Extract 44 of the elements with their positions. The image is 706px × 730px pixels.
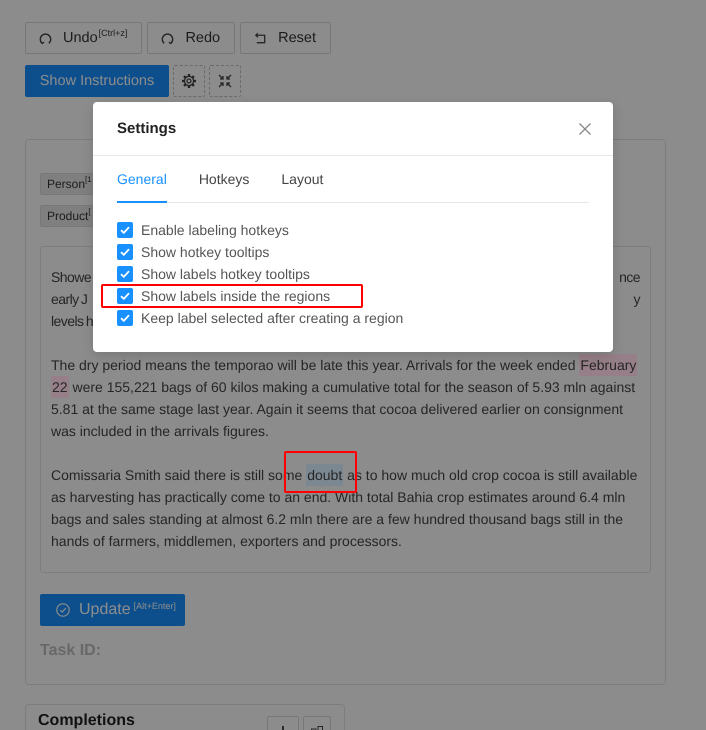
text-fragment: nce xyxy=(619,268,640,287)
checkbox-label[interactable]: Keep label selected after creating a region xyxy=(141,307,404,329)
undo-button[interactable]: Undo$^{[Ctrl+z]}$ xyxy=(25,22,142,54)
dialog-title: Settings xyxy=(117,118,176,138)
collapse-icon xyxy=(218,74,232,88)
settings-icon xyxy=(181,73,197,89)
completions-title: Completions xyxy=(38,711,135,730)
redo-button[interactable]: Redo xyxy=(147,22,236,54)
text-fragment: early J xyxy=(51,290,88,309)
checkmark-icon xyxy=(120,270,130,278)
checkbox[interactable] xyxy=(117,222,133,238)
text-fragment: Showe xyxy=(51,268,92,287)
document-paragraph: The dry period means the temporao will be late this year. Arrivals for the week ended February 22 were 155,221 bags of 60 kilos making a cumulative total for the season of 5.93 mln against 5.81 at the same stage last year. Again it seems that cocoa delivered earlier on consignment was included in the arrivals figures. xyxy=(51,354,640,442)
entity-highlight[interactable]: doubt xyxy=(306,464,344,486)
checkbox[interactable] xyxy=(117,266,133,282)
label-tag[interactable]: Product$^{[}$ xyxy=(40,205,94,227)
settings-button[interactable] xyxy=(173,65,205,97)
text-fragment: y xyxy=(634,290,640,309)
checkmark-icon xyxy=(120,292,130,300)
text-fragment: levels h xyxy=(51,312,94,331)
reset-button[interactable]: Reset xyxy=(240,22,331,54)
checkmark-icon xyxy=(120,314,130,322)
close-icon xyxy=(579,122,591,134)
redo-icon xyxy=(161,32,174,44)
label-tag[interactable]: Person$^{[1}$ xyxy=(40,173,95,195)
entity-highlight[interactable]: 22 xyxy=(51,376,69,398)
checkbox[interactable] xyxy=(117,288,133,304)
entity-highlight[interactable]: February xyxy=(579,354,638,376)
checkbox-label[interactable]: Show labels inside the regions xyxy=(141,285,330,307)
checkmark-icon xyxy=(120,226,130,234)
undo-icon xyxy=(39,32,52,44)
return-arrow-icon xyxy=(254,32,268,44)
checkbox-label[interactable]: Show labels hotkey tooltips xyxy=(141,263,310,285)
checkbox-label[interactable]: Enable labeling hotkeys xyxy=(141,219,289,241)
checkbox[interactable] xyxy=(117,244,133,260)
collapse-button[interactable] xyxy=(209,65,241,97)
close-button[interactable] xyxy=(579,122,591,134)
settings-tab[interactable]: General xyxy=(117,156,167,203)
checkmark-icon xyxy=(120,248,130,256)
check-circle-icon xyxy=(56,603,70,617)
settings-tab[interactable]: Hotkeys xyxy=(198,156,250,203)
settings-tab[interactable]: Layout xyxy=(281,156,324,203)
checkbox[interactable] xyxy=(117,310,133,326)
checkbox-label[interactable]: Show hotkey tooltips xyxy=(141,241,270,263)
